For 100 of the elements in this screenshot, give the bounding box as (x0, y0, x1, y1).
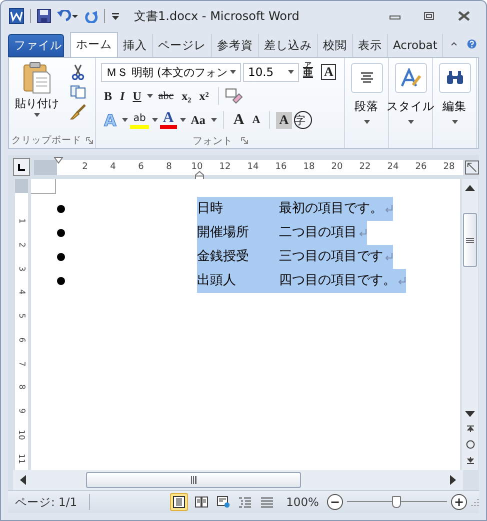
ruler-number: 14 (246, 160, 260, 174)
undo-icon[interactable] (57, 10, 79, 22)
ribbon-button[interactable]: スタイル (389, 58, 432, 148)
border-button[interactable]: A (321, 64, 336, 80)
save-icon[interactable] (37, 9, 51, 24)
format-button[interactable]: A (249, 110, 264, 131)
ruler-number: 8 (16, 384, 27, 390)
format-button[interactable]: U (130, 86, 154, 107)
grip-icon (190, 476, 196, 484)
caret-icon (147, 94, 154, 98)
caret-icon (288, 70, 294, 74)
ruler-number: 11 (16, 453, 27, 464)
caret-icon (408, 120, 414, 124)
format-button[interactable]: B (101, 86, 116, 107)
ruler-number: 7 (16, 360, 27, 366)
caret-icon (152, 118, 158, 122)
ruler-number: 3 (16, 266, 27, 272)
collapse-ribbon-icon[interactable] (451, 40, 458, 48)
ribbon-button[interactable]: 編集 (433, 58, 476, 148)
ruler-number: 4 (109, 160, 117, 174)
ruler-number: 12 (218, 160, 232, 174)
paragraph-mark-icon (398, 277, 406, 286)
paragraph-mark-icon (359, 229, 367, 238)
zoom-out-button[interactable]: − (327, 494, 343, 510)
ruler-number: 26 (414, 160, 428, 174)
zoom-in-button[interactable]: + (451, 494, 467, 510)
launcher-icon[interactable] (240, 137, 248, 144)
bullet-icon (57, 277, 65, 286)
format-button[interactable]: A (230, 110, 248, 131)
format-button[interactable]: I (117, 86, 128, 107)
brush-icon[interactable] (69, 104, 87, 120)
format-button[interactable]: Aa (188, 110, 218, 131)
format-button[interactable]: 字 (294, 110, 312, 131)
group-label: フォント (192, 134, 232, 148)
caret-icon (122, 118, 128, 122)
copy-icon[interactable] (70, 84, 86, 99)
grip-icon (466, 238, 474, 243)
font-name-field[interactable]: ＭＳ 明朝 (本文のフォン (101, 62, 241, 82)
list-item-text: 金銭授受 三つ目の項目です (197, 245, 393, 270)
launcher-icon[interactable] (86, 137, 92, 144)
caret-icon (180, 118, 186, 122)
align-icon (358, 72, 374, 84)
browse-object-icon[interactable] (466, 440, 474, 450)
ruler-number: 16 (274, 160, 288, 174)
bullet-icon (57, 253, 65, 262)
caret-icon (452, 120, 458, 124)
ruler-number: 18 (302, 160, 316, 174)
list-item-text: 開催場所 二つ目の項目 (197, 221, 367, 246)
eraser-icon[interactable] (224, 88, 243, 104)
zoom-level[interactable]: 100% (286, 495, 319, 510)
file-tab[interactable]: ファイル (8, 34, 64, 57)
format-button[interactable]: abc (155, 86, 177, 107)
caret-icon (230, 70, 236, 74)
web-page-icon (216, 496, 230, 508)
scroll-left-icon[interactable] (20, 475, 26, 486)
scroll-down-icon[interactable] (465, 411, 475, 418)
format-button[interactable]: A (160, 110, 186, 131)
scroll-up-icon[interactable] (465, 185, 475, 192)
list-item-text: 日時 最初の項目です。 (197, 197, 393, 222)
caret-icon (364, 120, 370, 124)
horizontal-scrollbar[interactable] (13, 470, 463, 490)
format-button[interactable]: A (276, 110, 292, 131)
previous-page-icon[interactable] (466, 425, 474, 432)
scissors-icon[interactable] (71, 64, 85, 80)
close-icon[interactable] (457, 11, 471, 22)
ribbon-button[interactable]: 段落 (345, 58, 388, 148)
vertical-scrollbar[interactable] (462, 179, 478, 470)
scroll-thumb[interactable] (86, 472, 301, 488)
ruler-number: 4 (16, 290, 27, 295)
font-size-field[interactable]: 10.5 (243, 62, 299, 82)
indent-marker-icon[interactable] (54, 156, 63, 166)
format-button[interactable]: ab (130, 110, 158, 131)
paste-button[interactable]: 貼り付け (9, 58, 61, 134)
format-button[interactable]: x₂ (178, 86, 194, 107)
next-page-icon[interactable] (466, 457, 474, 464)
ruler-number: 9 (16, 408, 27, 414)
word-logo-icon[interactable] (9, 8, 24, 24)
scroll-right-icon[interactable] (450, 475, 456, 486)
ruler-number: 10 (16, 430, 27, 440)
paragraph-mark-icon (385, 205, 393, 214)
format-button[interactable]: x² (196, 86, 212, 107)
list-item-text: 出頭人 四つ目の項目です。 (197, 269, 406, 294)
scroll-thumb[interactable] (463, 213, 477, 268)
paragraph-mark-icon (385, 253, 393, 262)
restore-icon[interactable] (423, 11, 435, 22)
draft-icon (261, 496, 274, 508)
ruler-number: 1 (16, 218, 27, 224)
tab-selector-button[interactable] (13, 158, 30, 176)
clipboard-icon (23, 62, 51, 94)
redo-icon[interactable] (85, 10, 98, 23)
caret-icon (34, 112, 40, 117)
slider-thumb[interactable] (392, 496, 401, 508)
page-count[interactable]: ページ: 1/1 (15, 494, 78, 510)
view-button[interactable] (170, 493, 188, 512)
view-ruler-icon[interactable] (464, 160, 479, 175)
ribbon-tab[interactable]: ホーム (70, 32, 118, 57)
binoculars-icon (446, 70, 464, 85)
ruler-number: 5 (16, 313, 27, 319)
window-title: 文書1.docx - Microsoft Word (134, 8, 300, 25)
customize-menu-icon[interactable] (111, 12, 120, 21)
